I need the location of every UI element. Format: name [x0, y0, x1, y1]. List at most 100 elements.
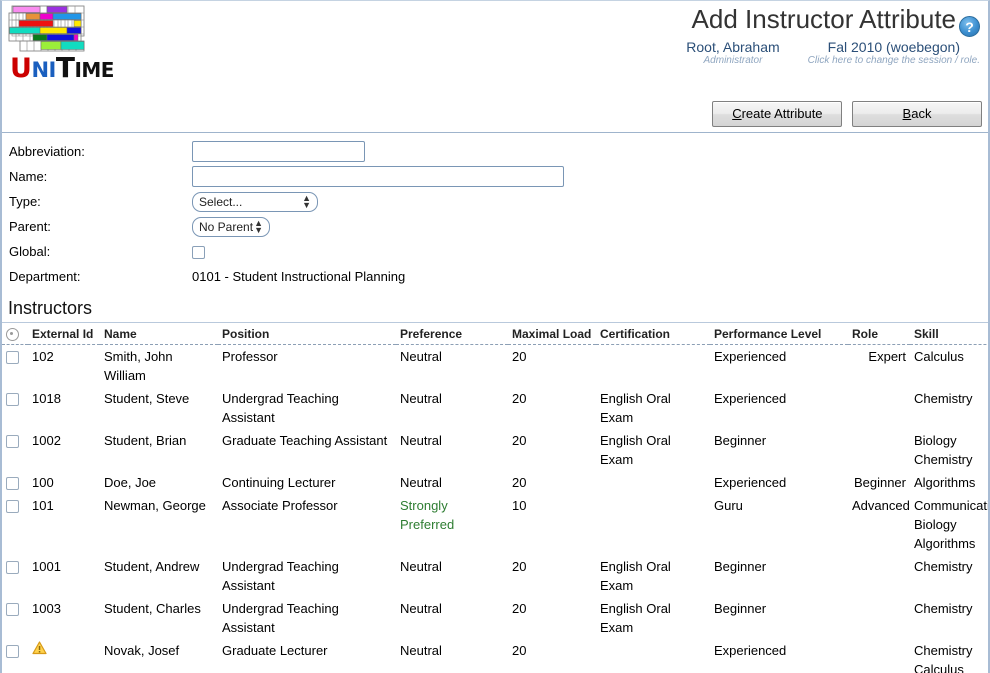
user-name: Root, Abraham	[686, 39, 780, 55]
row-checkbox[interactable]	[6, 435, 19, 449]
warning-triangle-icon[interactable]	[32, 641, 47, 655]
unitime-logo[interactable]: UNITIME	[8, 5, 138, 84]
header-preference[interactable]: Preference	[396, 323, 508, 346]
row-checkbox[interactable]	[6, 500, 19, 514]
type-select[interactable]: Select...	[192, 191, 318, 212]
cell-maximal-load: 20	[512, 475, 527, 491]
help-question-icon[interactable]: ?	[959, 16, 980, 37]
cell-preference: Neutral	[396, 597, 508, 639]
preference-text: Neutral	[400, 433, 442, 449]
department-row: Department: 0101 - Student Instructional…	[2, 264, 988, 289]
session-info[interactable]: Fal 2010 (woebegon) Click here to change…	[808, 39, 980, 67]
select-all-icon[interactable]	[6, 328, 19, 342]
department-value: 0101 - Student Instructional Planning	[192, 269, 988, 284]
cell-position: Undergrad Teaching Assistant	[222, 601, 339, 636]
parent-value: No Parent ▲ ▼	[192, 216, 988, 237]
cell-skills: Chemistry	[910, 597, 988, 639]
cell-skill: Chemistry	[914, 559, 973, 575]
header-external-id[interactable]: External Id	[28, 323, 100, 346]
attribute-form: Abbreviation: Name: Type: Select... ▲▼	[2, 133, 988, 293]
unitime-logo-grid	[8, 5, 85, 52]
cell-position: Graduate Lecturer	[222, 643, 328, 659]
table-row[interactable]: 1003 Student, Charles Undergrad Teaching A…	[2, 597, 988, 639]
row-checkbox[interactable]	[6, 603, 19, 617]
cell-name: Student, Charles	[104, 601, 201, 617]
table-row[interactable]: 101 Newman, George Associate Professor Stro…	[2, 494, 990, 555]
cell-external-id-wrap: 1003	[28, 597, 100, 639]
table-row[interactable]: 1001 Student, Andrew Undergrad Teaching As…	[2, 555, 988, 597]
cell-role: Advanced	[852, 498, 910, 514]
row-checkbox[interactable]	[6, 393, 19, 407]
session-change-hint: Click here to change the session / role.	[807, 55, 980, 66]
cell-skill: Calculus	[914, 662, 964, 673]
cell-role	[848, 387, 910, 429]
row-checkbox-cell[interactable]	[2, 345, 28, 388]
row-checkbox-cell[interactable]	[2, 555, 28, 597]
cell-position: Continuing Lecturer	[222, 475, 336, 491]
global-checkbox[interactable]	[192, 246, 205, 260]
create-attribute-button[interactable]: Create Attribute	[712, 101, 843, 127]
table-row[interactable]: 100 Doe, Joe Continuing Lecturer Neutral 20 E…	[2, 471, 988, 494]
row-checkbox-cell[interactable]	[2, 494, 28, 555]
cell-maximal-load: 20	[512, 643, 527, 659]
header-role[interactable]: Role	[848, 323, 910, 346]
cell-maximal-load: 20	[512, 601, 527, 617]
cell-skill: Chemistry	[914, 601, 973, 617]
back-button[interactable]: Back	[852, 101, 982, 127]
row-checkbox-cell[interactable]	[2, 429, 28, 471]
header-maximal-load[interactable]: Maximal Load	[508, 323, 596, 346]
logo-letter-ime: IME	[74, 58, 114, 82]
back-rest: ack	[911, 106, 932, 121]
cell-position: Undergrad Teaching Assistant	[222, 391, 339, 426]
preference-text: Neutral	[400, 391, 442, 407]
row-checkbox-cell[interactable]	[2, 387, 28, 429]
header-certification[interactable]: Certification	[596, 323, 710, 346]
table-row[interactable]: 1018 Student, Steve Undergrad Teaching Ass…	[2, 387, 988, 429]
cell-name: Student, Steve	[104, 391, 190, 407]
header-performance-level[interactable]: Performance Level	[710, 323, 848, 346]
logo-letter-ni: NI	[31, 58, 56, 82]
name-input[interactable]	[192, 166, 564, 187]
parent-select[interactable]: No Parent	[192, 216, 270, 237]
cell-performance-level: Experienced	[714, 349, 787, 365]
preference-text: Neutral	[400, 601, 442, 617]
name-value	[192, 166, 988, 187]
cell-preference: Strongly Preferred	[396, 494, 508, 555]
preference-text: Neutral	[400, 475, 442, 491]
user-info: Root, Abraham Administrator	[686, 39, 779, 67]
header-name[interactable]: Name	[100, 323, 218, 346]
table-row[interactable]: Novak, Josef Graduate Lecturer Neutral 20 Ex…	[2, 639, 988, 673]
cell-skill: Calculus	[914, 349, 964, 365]
row-checkbox[interactable]	[6, 351, 19, 365]
row-checkbox[interactable]	[6, 561, 19, 575]
table-row[interactable]: 1002 Student, Brian Graduate Teaching Assi…	[2, 429, 988, 471]
global-label: Global:	[9, 244, 51, 259]
cell-skills: Chemistry Calculus	[910, 639, 988, 673]
parent-row: Parent: No Parent ▲ ▼	[2, 214, 988, 239]
row-checkbox-cell[interactable]	[2, 639, 28, 673]
cell-performance-level: Experienced	[714, 475, 787, 491]
type-label: Type:	[9, 194, 41, 209]
row-checkbox-cell[interactable]	[2, 471, 28, 494]
name-label: Name:	[9, 169, 48, 184]
cell-performance-level: Beginner	[714, 601, 767, 617]
row-checkbox[interactable]	[6, 645, 19, 659]
header-skill[interactable]: Skill	[910, 323, 988, 346]
header-position[interactable]: Position	[218, 323, 396, 346]
cell-skill: Communication	[914, 498, 990, 514]
session-name[interactable]: Fal 2010 (woebegon)	[808, 39, 980, 55]
row-checkbox[interactable]	[6, 477, 19, 491]
abbreviation-input[interactable]	[192, 141, 365, 162]
instructors-table: External Id Name Position Preference Max…	[2, 323, 990, 673]
select-all-header[interactable]	[2, 323, 28, 346]
cell-skill: Chemistry	[914, 391, 973, 407]
row-checkbox-cell[interactable]	[2, 597, 28, 639]
cell-name: Doe, Joe	[104, 475, 157, 491]
instructors-section-title: Instructors	[2, 293, 988, 323]
department-text: 0101 - Student Instructional Planning	[192, 269, 406, 284]
cell-certification	[596, 494, 710, 555]
title-block: Add Instructor Attribute?	[692, 3, 980, 37]
cell-position: Graduate Teaching Assistant	[222, 433, 388, 449]
cell-name: Student, Brian	[104, 433, 187, 449]
table-row[interactable]: 102 Smith, John William Professor Neutral 20…	[2, 345, 988, 388]
